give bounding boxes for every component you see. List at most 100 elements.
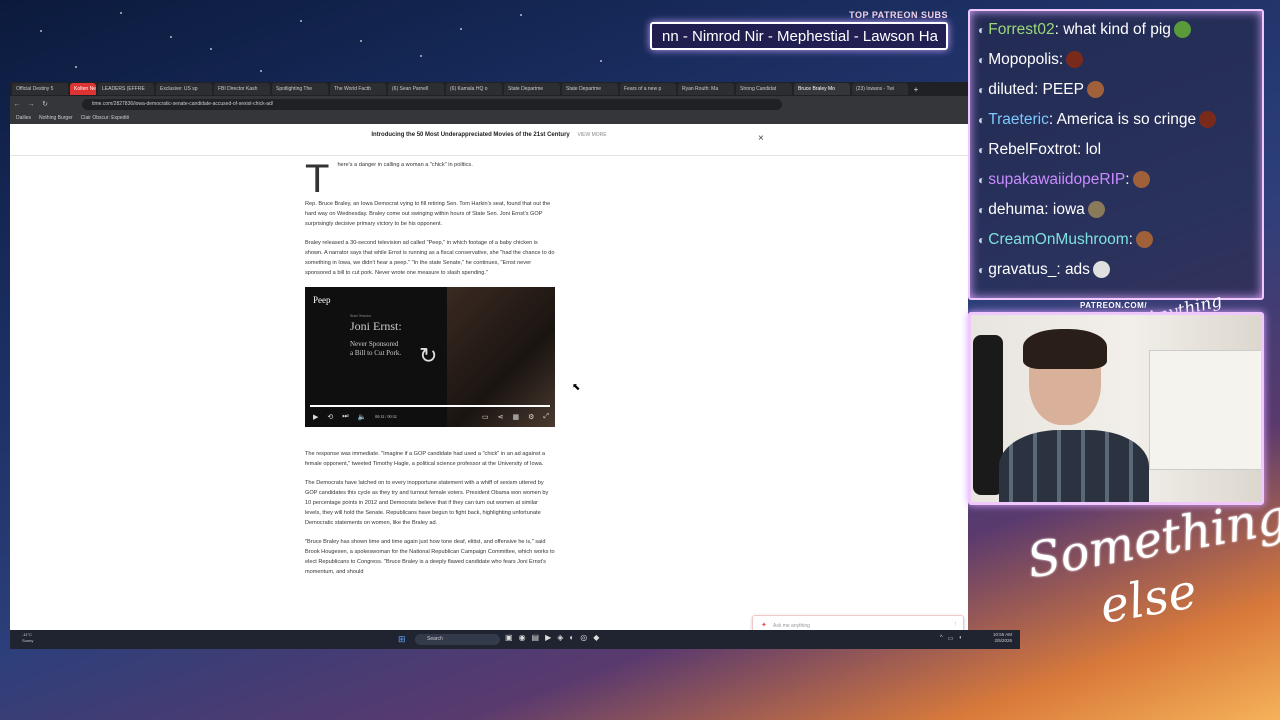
send-arrow-icon[interactable]: ↑	[954, 621, 958, 628]
bookmark-item[interactable]: Nothing Burger	[39, 115, 73, 121]
video-controls: ▶ ⟲ ⏭ 🔈 00:32 / 00:32 ▭ ⋖ ▦ ⚙ ⤢	[313, 412, 549, 421]
video-caption-name: Joni Ernst:	[350, 319, 402, 333]
browser-tab[interactable]: LEADERS (EFFRE	[98, 83, 154, 95]
chat-message: ◐ CreamOnMushroom:	[978, 225, 1254, 255]
video-caption-line: a Bill to Cut Pork.	[350, 349, 402, 357]
chat-badge-icon: ◐	[978, 143, 986, 157]
chat-message: ◐ Mopopolis:	[978, 45, 1254, 75]
windows-start-icon[interactable]: ⊞	[398, 634, 406, 645]
chat-message: ◐ gravatus_: ads	[978, 255, 1254, 285]
promo-view-more-link[interactable]: VIEW MORE	[577, 132, 606, 138]
browser-tab[interactable]: Exclusive: US sp	[156, 83, 212, 95]
chat-badge-icon: ◐	[978, 113, 986, 127]
navigation-bar: ← → ↻ time.com/2827836/iowa-democratic-s…	[10, 96, 968, 112]
promo-close-icon[interactable]: ×	[758, 133, 764, 144]
streamer	[973, 329, 1149, 502]
browser-tab[interactable]: Fears of a new p	[620, 83, 676, 95]
tab-bar: Official Destiny 5 Kolten News LEADERS (…	[10, 82, 968, 96]
video-title: Peep	[313, 295, 331, 305]
taskbar-search[interactable]: Search	[415, 634, 500, 645]
chat-username[interactable]: CreamOnMushroom	[988, 231, 1128, 248]
browser-tab[interactable]: (6) Sean Parnell	[388, 83, 444, 95]
volume-icon[interactable]: ◖	[958, 635, 962, 642]
weather-widget[interactable]: -11°C Sunny	[22, 632, 33, 644]
taskview-icon[interactable]: ▣	[505, 633, 513, 642]
address-bar[interactable]: time.com/2827836/iowa-democratic-senate-…	[82, 98, 782, 110]
firefox-icon[interactable]: ◉	[519, 633, 526, 642]
browser-tab[interactable]: State Departme	[562, 83, 618, 95]
chat-text: : iowa	[1044, 201, 1085, 218]
chrome-icon[interactable]: ◎	[580, 633, 587, 642]
chat-emote-icon	[1173, 21, 1191, 39]
browser-tab[interactable]: FBI Director Kash	[214, 83, 270, 95]
chat-text: : what kind of pig	[1054, 21, 1171, 38]
browser-tab[interactable]: Spotlighting The	[272, 83, 328, 95]
new-tab-icon[interactable]: +	[910, 85, 922, 94]
chat-username[interactable]: diluted	[988, 81, 1034, 98]
chat-badge-icon: ◐	[978, 203, 986, 217]
browser-tab[interactable]: Official Destiny 5	[12, 83, 68, 95]
chat-emote-icon	[1199, 111, 1217, 129]
chat-username[interactable]: Mopopolis	[988, 51, 1059, 68]
chat-text: :	[1058, 51, 1064, 68]
sparkle-icon: ✦	[761, 622, 767, 629]
chat-emote-icon	[1135, 231, 1153, 249]
volume-icon[interactable]: 🔈	[358, 413, 367, 421]
skip-icon[interactable]: ⏭	[342, 412, 348, 421]
article-paragraph: The response was immediate. "Imagine if …	[305, 451, 545, 467]
video-player[interactable]: Peep State Senator Joni Ernst: Never Spo…	[305, 287, 555, 427]
browser-tab[interactable]: (6) Kamala HQ o	[446, 83, 502, 95]
forward-icon[interactable]: →	[24, 101, 38, 108]
captions-icon[interactable]: ▭	[482, 413, 489, 421]
chevron-up-icon[interactable]: ^	[940, 635, 943, 642]
chat-emote-icon	[1092, 261, 1110, 279]
ask-input-placeholder[interactable]: Ask me anything	[773, 623, 810, 629]
settings-gear-icon[interactable]: ⚙	[528, 413, 534, 421]
windows-taskbar: -11°C Sunny ⊞ Search ▣ ◉ ▤ ▶ ◈ ◐ ◎ ◆ ^ ▭…	[10, 630, 1020, 649]
reload-icon[interactable]: ↻	[38, 100, 52, 108]
chat-username[interactable]: RebelFoxtrot	[988, 141, 1077, 158]
chat-badge-icon: ◐	[978, 173, 986, 187]
chat-username[interactable]: supakawaiidopeRIP	[988, 171, 1125, 188]
app-icon[interactable]: ◆	[593, 633, 599, 642]
promo-banner: Introducing the 50 Most Underappreciated…	[10, 132, 968, 150]
chat-text: : America is so cringe	[1048, 111, 1197, 128]
play-icon[interactable]: ▶	[313, 413, 318, 421]
replay-icon[interactable]: ↻	[419, 343, 437, 369]
clock[interactable]: 10:55 AM 2/5/2026	[993, 632, 1012, 644]
chat-text: :	[1125, 171, 1130, 188]
browser-tab[interactable]: (23) Iowans - Twi	[852, 83, 908, 95]
network-icon[interactable]: ▭	[948, 635, 954, 642]
article-paragraph: T here's a danger in calling a woman a "…	[305, 157, 473, 201]
media-icon[interactable]: ▶	[545, 633, 551, 642]
browser-tab[interactable]: State Departme	[504, 83, 560, 95]
chat-message: ◐ Forrest02: what kind of pig	[978, 15, 1254, 45]
browser-tab[interactable]: Strong Candidat	[736, 83, 792, 95]
folder-icon[interactable]: ▤	[532, 633, 540, 642]
bookmark-item[interactable]: Dailies	[16, 115, 31, 121]
bookmark-item[interactable]: Clair Obscur: Expediti	[81, 115, 129, 121]
patreon-subs-ticker: nn - Nimrod Nir - Mephestial - Lawson Ha	[650, 22, 948, 50]
chat-username[interactable]: dehuma	[988, 201, 1044, 218]
back-icon[interactable]: ←	[10, 101, 24, 108]
chat-badge-icon: ◐	[978, 83, 986, 97]
browser-tab[interactable]: Kolten News	[70, 83, 96, 95]
steam-icon[interactable]: ◈	[557, 633, 563, 642]
chat-username[interactable]: Traeteric	[988, 111, 1049, 128]
video-caption-small: State Senator	[350, 313, 372, 318]
browser-tab[interactable]: Ryan Routh: Ma	[678, 83, 734, 95]
rewind-icon[interactable]: ⟲	[327, 413, 333, 421]
share-icon[interactable]: ⋖	[498, 413, 504, 421]
fullscreen-icon[interactable]: ⤢	[543, 412, 549, 421]
chat-username[interactable]: Forrest02	[988, 21, 1054, 38]
video-progress-bar[interactable]	[310, 405, 550, 407]
discord-icon[interactable]: ◐	[569, 633, 574, 642]
grid-icon[interactable]: ▦	[512, 413, 519, 421]
bookmarks-bar: Dailies Nothing Burger Clair Obscur: Exp…	[10, 112, 968, 124]
system-tray: ^ ▭ ◖	[940, 635, 962, 642]
chat-badge-icon: ◐	[978, 263, 986, 277]
chat-username[interactable]: gravatus_	[988, 261, 1056, 278]
browser-tab-active[interactable]: Bruce Braley Mo	[794, 83, 850, 95]
browser-tab[interactable]: The World Factb	[330, 83, 386, 95]
chat-text: : PEEP	[1033, 81, 1084, 98]
